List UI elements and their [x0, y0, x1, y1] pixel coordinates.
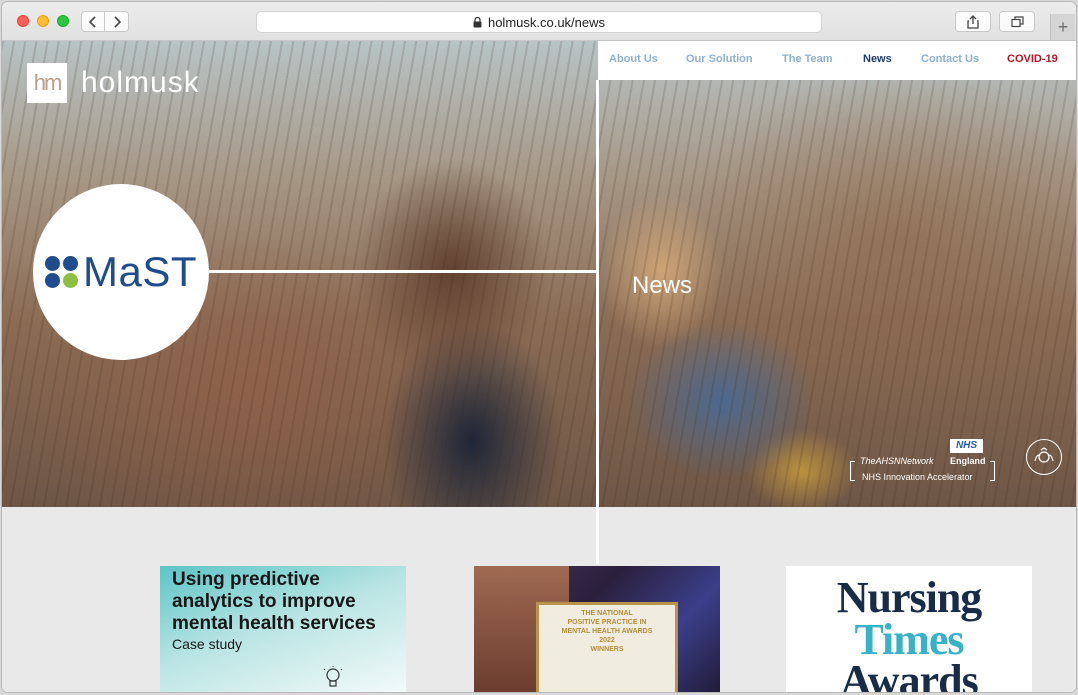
nav-about-us[interactable]: About Us [609, 53, 658, 65]
nhs-england-text: England [950, 456, 986, 466]
award-certificate: THE NATIONAL POSITIVE PRACTICE IN MENTAL… [536, 602, 678, 692]
awards-text: Awards [840, 656, 978, 693]
badge-bracket-right [990, 461, 995, 481]
ahsn-network-text: TheAHSNNetwork [860, 456, 934, 466]
nav-the-team[interactable]: The Team [782, 53, 833, 65]
certificate-line: WINNERS [590, 646, 624, 653]
nav-news[interactable]: News [863, 53, 892, 65]
nav-our-solution[interactable]: Our Solution [686, 53, 753, 65]
news-card-award-photo[interactable]: THE NATIONAL POSITIVE PRACTICE IN MENTAL… [474, 566, 720, 692]
news-card-predictive-analytics[interactable]: Using predictive analytics to improve me… [160, 566, 406, 692]
minimize-window-button[interactable] [37, 15, 49, 27]
back-button[interactable] [81, 11, 105, 32]
hero-connector-line [209, 270, 599, 273]
new-tab-button[interactable]: + [1050, 14, 1075, 40]
card-headline: Using predictive analytics to improve me… [172, 569, 376, 634]
share-icon [967, 14, 979, 29]
forward-button[interactable] [105, 11, 129, 32]
hero-vertical-divider [596, 80, 599, 564]
nursing-text: Nursing [836, 573, 983, 622]
nhs-logo: NHS [950, 439, 983, 453]
mast-logo[interactable]: MaST [33, 184, 209, 360]
nav-covid-19[interactable]: COVID-19 [1007, 53, 1058, 65]
webpage: hm holmusk MaST News NHS TheAHSNNetwork … [2, 41, 1076, 692]
times-text: Times [854, 615, 964, 664]
lightbulb-icon [323, 666, 343, 687]
hero-image: hm holmusk MaST News NHS TheAHSNNetwork … [2, 41, 1076, 507]
badge-bracket-left [850, 461, 855, 481]
close-window-button[interactable] [17, 15, 29, 27]
zoom-window-button[interactable] [57, 15, 69, 27]
chevron-right-icon [113, 15, 121, 28]
partner-badges: NHS TheAHSNNetwork England NHS Innovatio… [850, 439, 1075, 484]
nav-contact-us[interactable]: Contact Us [921, 53, 979, 65]
address-bar[interactable]: holmusk.co.uk/news [256, 11, 822, 33]
nhs-accelerator-text: NHS Innovation Accelerator [862, 472, 973, 482]
share-button[interactable] [955, 11, 991, 32]
page-title: News [632, 272, 693, 299]
certificate-line: THE NATIONAL [581, 610, 633, 617]
holmusk-logo[interactable]: hm holmusk [27, 63, 200, 103]
card-subtitle: Case study [172, 636, 243, 652]
tabs-icon [1010, 15, 1024, 27]
url-text: holmusk.co.uk/news [487, 14, 606, 30]
chevron-left-icon [89, 15, 96, 28]
main-nav: About Us Our Solution The Team News Cont… [598, 41, 1076, 80]
mast-wordmark: MaST [82, 248, 197, 295]
logo-mark: hm [27, 63, 67, 103]
news-card-nursing-times-awards[interactable]: Nursing Times Awards [786, 566, 1032, 692]
certificate-line: POSITIVE PRACTICE IN [567, 619, 647, 626]
browser-window: holmusk.co.uk/news + hm holmusk MaST New… [2, 2, 1076, 692]
mast-dots-icon [44, 256, 79, 288]
royal-crest-icon [1026, 439, 1062, 475]
certificate-line: 2022 [599, 637, 615, 644]
logo-wordmark: holmusk [81, 66, 200, 99]
lock-icon [473, 16, 482, 27]
browser-toolbar: holmusk.co.uk/news + [2, 2, 1076, 41]
certificate-line: MENTAL HEALTH AWARDS [561, 628, 653, 635]
show-tabs-button[interactable] [999, 11, 1035, 32]
